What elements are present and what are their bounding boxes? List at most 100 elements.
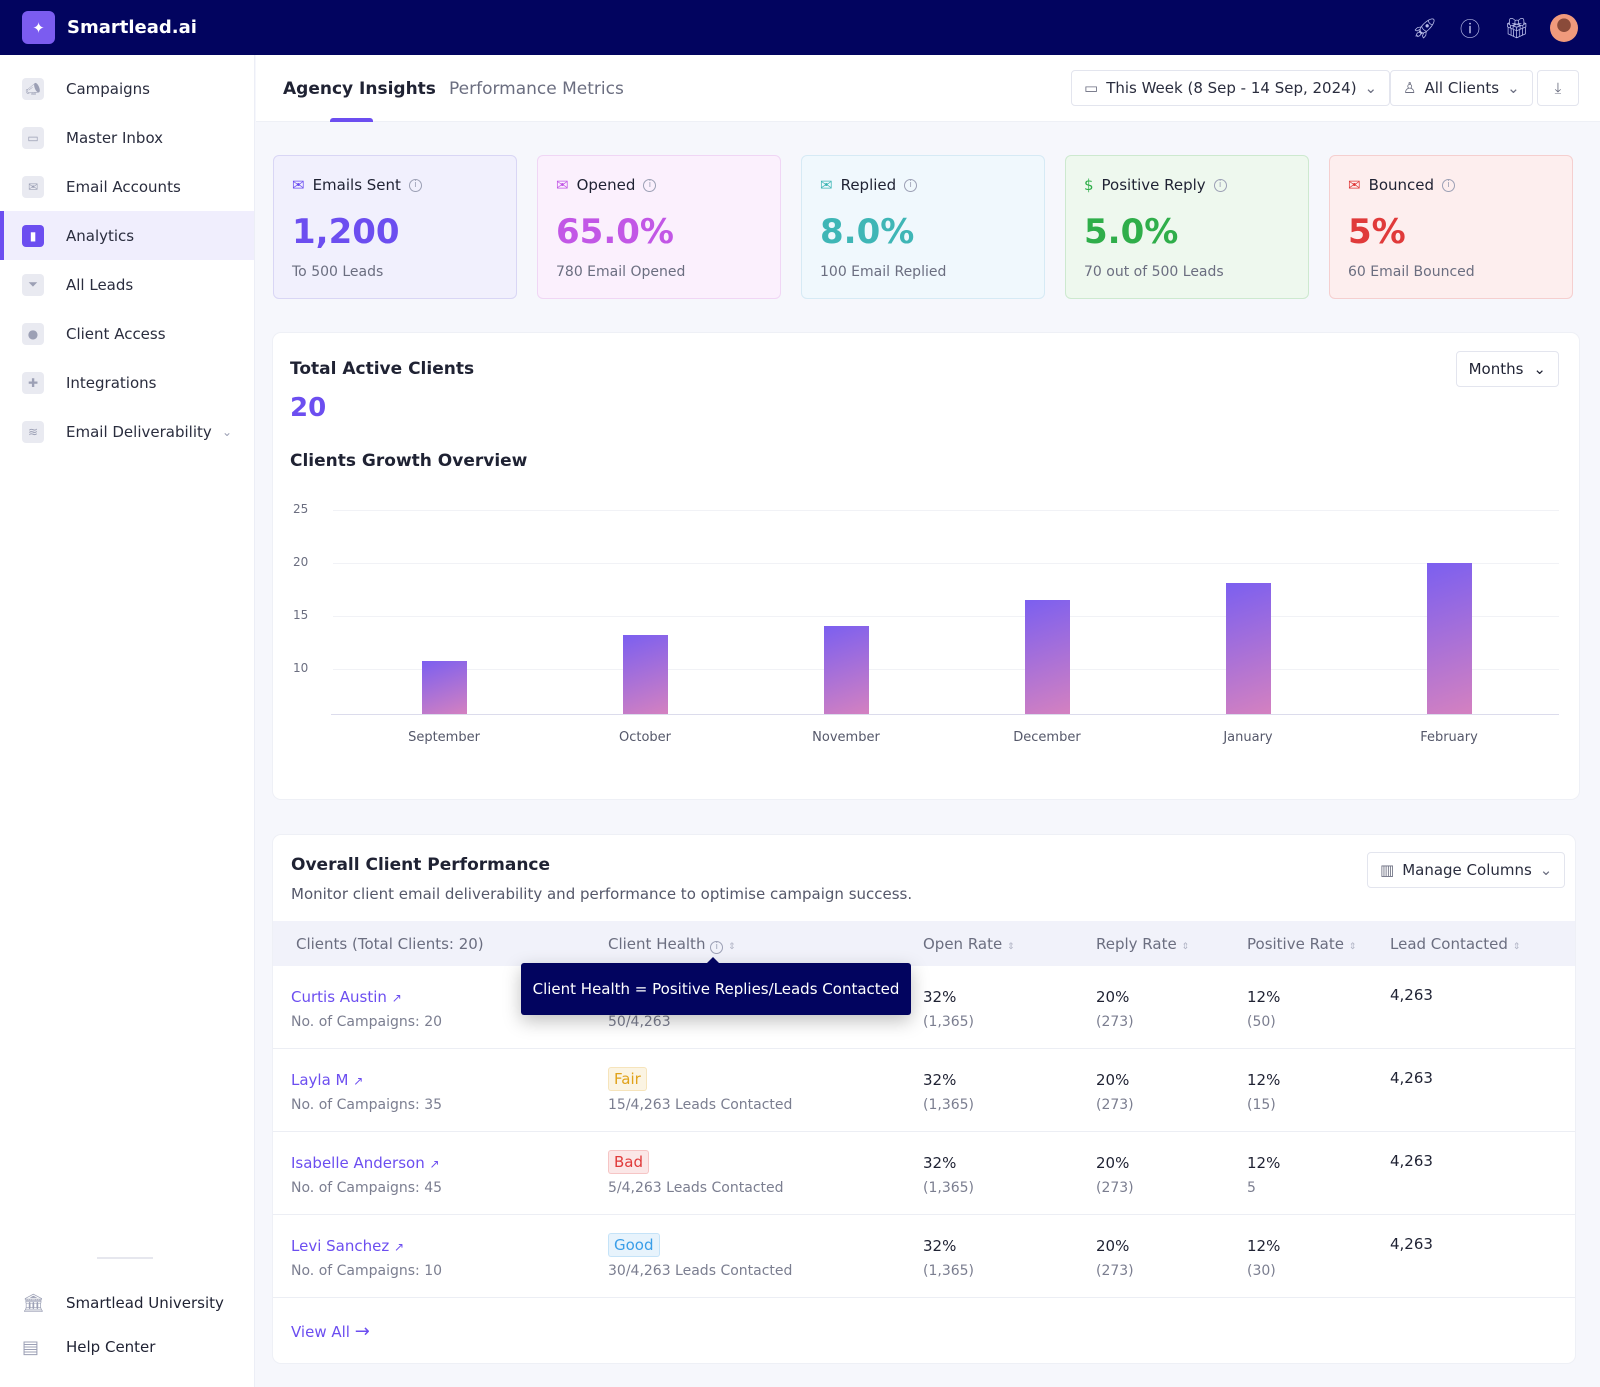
sidebar-item-integrations[interactable]: ✚ Integrations <box>0 358 254 407</box>
chevron-down-icon: ⌄ <box>1533 360 1546 378</box>
sidebar-item-email-deliverability[interactable]: ≋ Email Deliverability ⌄ <box>0 407 254 456</box>
bar-february[interactable] <box>1427 563 1472 714</box>
client-health-tooltip: Client Health = Positive Replies/Leads C… <box>521 957 911 1015</box>
y-tick-label: 10 <box>293 661 309 676</box>
replied-icon: ✉ <box>820 176 833 194</box>
tab-performance-metrics[interactable]: Performance Metrics <box>449 79 624 99</box>
sidebar-item-email-accounts[interactable]: ✉ Email Accounts <box>0 162 254 211</box>
download-button[interactable]: ⤓ <box>1537 70 1579 106</box>
health-badge: Good <box>608 1233 660 1257</box>
chevron-down-icon: ⌄ <box>1364 79 1378 97</box>
stat-value: 1,200 <box>292 212 400 252</box>
bar-october[interactable] <box>623 635 668 714</box>
external-link-icon[interactable]: ↗ <box>392 991 402 1005</box>
total-active-clients-count: 20 <box>290 393 327 423</box>
x-tick-label: October <box>618 730 672 745</box>
external-link-icon[interactable]: ↗ <box>429 1157 439 1171</box>
clients-growth-panel: Total Active Clients 20 Months ⌄ Clients … <box>273 333 1579 799</box>
campaign-count: No. of Campaigns: 20 <box>291 1014 443 1030</box>
positive-count: (30) <box>1247 1263 1276 1279</box>
bar-november[interactable] <box>824 625 869 714</box>
column-header[interactable]: Positive Rate ⇕ <box>1247 935 1356 953</box>
sidebar-item-master-inbox[interactable]: ▭ Master Inbox <box>0 113 254 162</box>
reply-count: (273) <box>1096 1097 1134 1113</box>
leads-contacted: 4,263 <box>1390 1235 1433 1253</box>
bar-chart-icon: ▮ <box>22 224 44 247</box>
stat-value: 5% <box>1348 212 1406 252</box>
info-icon[interactable]: i <box>710 941 724 954</box>
sidebar-item-campaigns[interactable]: 📣︎ Campaigns <box>0 64 254 113</box>
sidebar-item-help-center[interactable]: ▤ Help Center <box>0 1325 254 1369</box>
stat-subtext: 100 Email Replied <box>820 264 947 280</box>
inbox-icon: ▭ <box>22 126 44 149</box>
x-tick-label: January <box>1223 730 1273 745</box>
sidebar-item-all-leads[interactable]: ⏷ All Leads <box>0 260 254 309</box>
reply-rate: 20% <box>1096 1071 1130 1089</box>
mail-icon: ✉ <box>22 175 44 198</box>
client-name-link[interactable]: Isabelle Anderson <box>291 1154 425 1172</box>
positive-rate: 12% <box>1247 1071 1281 1089</box>
stat-value: 5.0% <box>1084 212 1179 252</box>
open-rate: 32% <box>923 1237 957 1255</box>
clients-dropdown[interactable]: ♙ All Clients ⌄ <box>1390 70 1533 106</box>
external-link-icon[interactable]: ↗ <box>394 1240 404 1254</box>
info-icon[interactable]: i <box>408 178 422 192</box>
gridline <box>333 616 1559 618</box>
bar-december[interactable] <box>1025 600 1070 714</box>
stat-card-positive-reply: $ Positive Reply i 5.0% 70 out of 500 Lead… <box>1065 155 1309 299</box>
column-header[interactable]: Reply Rate ⇕ <box>1096 935 1189 953</box>
info-icon[interactable]: i <box>1442 178 1456 192</box>
column-header[interactable]: Lead Contacted ⇕ <box>1390 935 1520 953</box>
stat-card-replied: ✉ Replied i 8.0% 100 Email Replied <box>801 155 1045 299</box>
manage-columns-button[interactable]: ▥ Manage Columns ⌄ <box>1367 852 1566 888</box>
column-header[interactable]: Open Rate ⇕ <box>923 935 1015 953</box>
rocket-icon[interactable]: 🚀︎ <box>1412 16 1437 40</box>
leads-contacted: 4,263 <box>1390 1152 1433 1170</box>
sort-icon[interactable]: ⇕ <box>1349 942 1357 952</box>
funnel-icon: ⏷ <box>22 273 44 296</box>
date-range-dropdown[interactable]: ▭ This Week (8 Sep - 14 Sep, 2024) ⌄ <box>1071 70 1391 106</box>
stat-card-opened: ✉ Opened i 65.0% 780 Email Opened <box>537 155 781 299</box>
help-icon[interactable]: ⓘ <box>1458 13 1482 42</box>
client-name-link[interactable]: Layla M <box>291 1071 349 1089</box>
gridline <box>333 563 1559 565</box>
info-icon[interactable]: i <box>1213 178 1227 192</box>
x-tick-label: November <box>812 730 880 745</box>
opened-icon: ✉ <box>556 176 569 194</box>
sort-icon[interactable]: ⇕ <box>1007 942 1015 952</box>
bank-icon: 🏛︎ <box>22 1292 45 1314</box>
open-count: (1,365) <box>923 1180 975 1196</box>
sidebar-item-client-access[interactable]: ● Client Access <box>0 309 254 358</box>
avatar[interactable] <box>1550 13 1578 42</box>
info-icon[interactable]: i <box>904 178 918 192</box>
info-icon[interactable]: i <box>643 178 657 192</box>
sort-icon[interactable]: ⇕ <box>1513 942 1521 952</box>
table-header: Clients (Total Clients: 20) Client Health… <box>273 921 1575 966</box>
reply-rate: 20% <box>1096 988 1130 1006</box>
column-header[interactable]: Client Health i ⇕ <box>608 935 736 954</box>
open-count: (1,365) <box>923 1014 975 1030</box>
health-detail: 5/4,263 Leads Contacted <box>608 1180 784 1196</box>
external-link-icon[interactable]: ↗ <box>353 1074 363 1088</box>
gift-icon[interactable]: 🎁︎ <box>1504 16 1529 40</box>
sidebar-item-analytics[interactable]: ▮ Analytics <box>0 211 254 260</box>
client-name-link[interactable]: Curtis Austin <box>291 988 387 1006</box>
sort-icon[interactable]: ⇕ <box>1182 942 1190 952</box>
bar-september[interactable] <box>422 660 467 714</box>
period-dropdown[interactable]: Months ⌄ <box>1455 351 1559 387</box>
x-tick-label: February <box>1420 730 1478 745</box>
sort-icon[interactable]: ⇕ <box>728 942 736 952</box>
sidebar-item-smartlead-university[interactable]: 🏛︎ Smartlead University <box>0 1281 254 1325</box>
client-performance-panel: Overall Client Performance Monitor clien… <box>273 835 1575 1363</box>
calendar-icon: ▭ <box>1084 79 1099 97</box>
tab-agency-insights[interactable]: Agency Insights <box>283 79 436 99</box>
chevron-down-icon: ⌄ <box>1539 861 1553 879</box>
x-tick-label: December <box>1013 730 1081 745</box>
layers-icon: ≋ <box>22 420 44 443</box>
client-name-link[interactable]: Levi Sanchez <box>291 1237 389 1255</box>
bar-january[interactable] <box>1226 583 1271 714</box>
leads-contacted: 4,263 <box>1390 986 1433 1004</box>
view-all-link[interactable]: View All → <box>291 1321 370 1342</box>
smartlead-logo[interactable]: ✦ <box>22 11 55 44</box>
health-detail: 50/4,263 <box>608 1014 671 1030</box>
